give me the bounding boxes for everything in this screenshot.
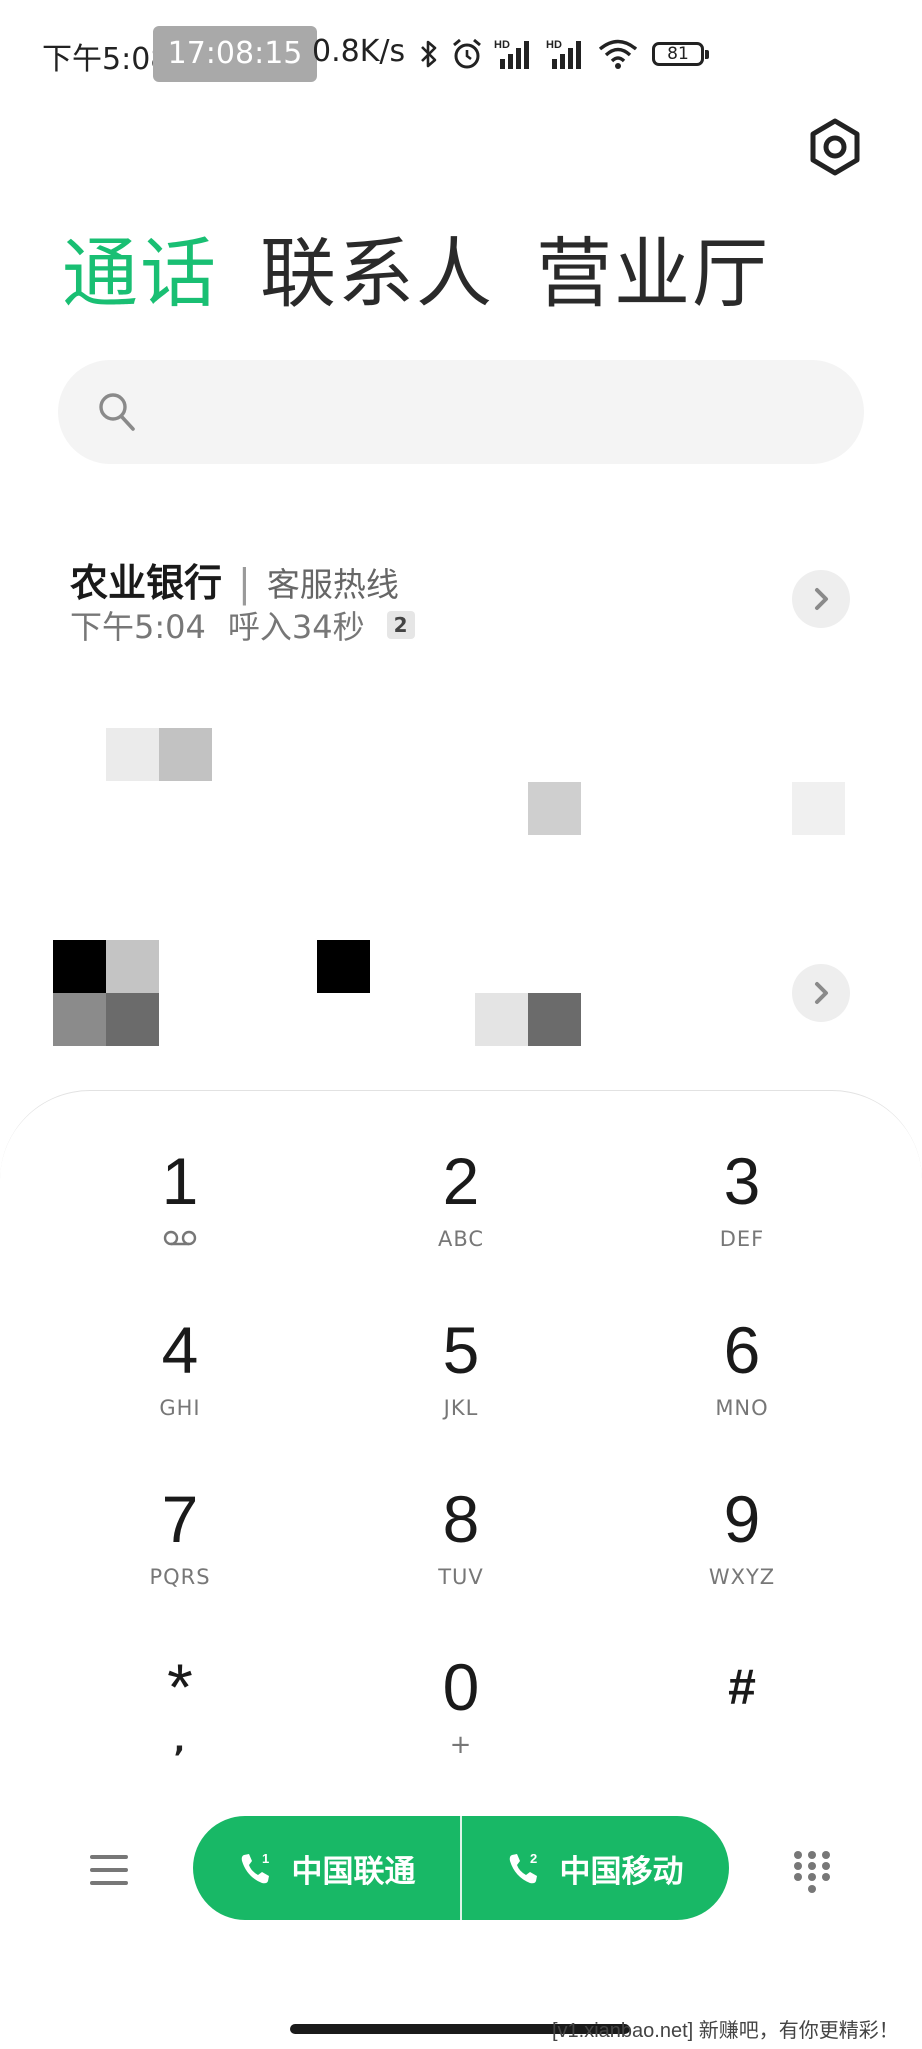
gear-icon <box>810 118 860 176</box>
search-bar[interactable] <box>58 360 864 464</box>
call-sim2-button[interactable]: 2 中国移动 <box>461 1816 728 1920</box>
key-digit: 8 <box>442 1482 480 1556</box>
key-digit: * <box>167 1650 193 1724</box>
mosaic-block <box>106 728 159 781</box>
mosaic-block <box>53 940 106 993</box>
dial-key-3[interactable]: 3 DEF <box>622 1141 862 1291</box>
mosaic-block <box>53 993 106 1046</box>
key-letters: PQRS <box>149 1565 211 1589</box>
mosaic-block <box>106 940 159 993</box>
key-letters: JKL <box>443 1396 479 1420</box>
mosaic-block <box>475 993 528 1046</box>
dial-key-0[interactable]: 0 + <box>341 1647 581 1797</box>
tab-bar: 通话 联系人 营业厅 <box>62 226 770 322</box>
menu-button[interactable] <box>90 1852 130 1888</box>
call-button-group: 1 中国联通 2 中国移动 <box>193 1816 729 1920</box>
mosaic-block <box>528 782 581 835</box>
tab-contacts[interactable]: 联系人 <box>260 226 494 322</box>
key-digit: # <box>728 1659 756 1715</box>
call-log-name-row: 农业银行 | 客服热线 <box>70 552 399 607</box>
mosaic-block <box>159 728 212 781</box>
key-letters: ABC <box>437 1227 485 1251</box>
svg-text:HD: HD <box>546 39 562 51</box>
dial-key-5[interactable]: 5 JKL <box>341 1310 581 1460</box>
call-sim1-button[interactable]: 1 中国联通 <box>193 1816 460 1920</box>
key-digit: 2 <box>442 1144 480 1218</box>
key-digit: 0 <box>442 1650 480 1724</box>
clock-overlay: 17:08:15 <box>153 26 317 82</box>
svg-text:HD: HD <box>494 39 510 51</box>
mosaic-block <box>528 993 581 1046</box>
menu-icon <box>90 1855 128 1885</box>
bluetooth-icon <box>421 40 437 68</box>
search-input[interactable] <box>158 382 842 444</box>
sim-index: 2 <box>530 1851 537 1866</box>
dial-key-8[interactable]: 8 TUV <box>341 1479 581 1629</box>
signal-hd-2-icon: HD <box>546 39 581 69</box>
dial-key-2[interactable]: 2 ABC <box>341 1141 581 1291</box>
battery-icon: 81 <box>652 42 709 66</box>
key-digit: 6 <box>723 1313 761 1387</box>
status-time: 下午5:08 <box>42 42 170 77</box>
key-letters: WXYZ <box>708 1565 776 1589</box>
dial-key-6[interactable]: 6 MNO <box>622 1310 862 1460</box>
alarm-icon <box>453 38 481 69</box>
name-separator: | <box>238 561 251 605</box>
key-digit: 7 <box>161 1482 199 1556</box>
phone-sim2-icon: 2 <box>509 1851 537 1884</box>
key-digit: 3 <box>723 1144 761 1218</box>
battery-level: 81 <box>667 44 689 64</box>
sim2-label: 中国移动 <box>559 1853 684 1890</box>
tab-calls[interactable]: 通话 <box>62 226 218 322</box>
key-letters: GHI <box>159 1396 201 1420</box>
dial-key-7[interactable]: 7 PQRS <box>60 1479 300 1629</box>
voicemail-icon <box>163 1230 197 1246</box>
key-letters: DEF <box>719 1227 765 1251</box>
key-letters: MNO <box>715 1396 769 1420</box>
call-time: 下午5:04 <box>70 608 206 646</box>
dial-key-4[interactable]: 4 GHI <box>60 1310 300 1460</box>
key-letters: , <box>173 1724 187 1759</box>
chevron-right-icon <box>815 588 828 610</box>
call-detail-button[interactable] <box>792 964 850 1022</box>
dial-key-1[interactable]: 1 <box>60 1141 300 1291</box>
keypad-toggle-button[interactable] <box>792 1850 832 1896</box>
call-detail: 呼入34秒 <box>227 608 365 646</box>
settings-button[interactable] <box>804 116 866 178</box>
signal-hd-1-icon: HD <box>494 39 529 69</box>
key-digit: 9 <box>723 1482 761 1556</box>
key-letters: TUV <box>438 1565 484 1589</box>
key-digit: 5 <box>442 1313 480 1387</box>
sim-badge: 2 <box>386 611 415 639</box>
dial-key-star[interactable]: * , <box>60 1647 300 1797</box>
mosaic-block <box>792 782 845 835</box>
call-detail-button[interactable] <box>792 570 850 628</box>
network-speed: 0.8K/s <box>312 34 406 69</box>
mosaic-block <box>106 993 159 1046</box>
key-digit: 1 <box>161 1144 199 1218</box>
chevron-right-icon <box>815 982 828 1004</box>
key-letters <box>60 1225 300 1253</box>
key-letters: + <box>449 1730 473 1760</box>
search-icon <box>99 393 135 431</box>
sim1-label: 中国联通 <box>291 1853 416 1890</box>
caller-name: 农业银行 <box>70 561 223 605</box>
phone-sim1-icon: 1 <box>241 1851 269 1884</box>
call-log-meta: 下午5:04 呼入34秒 2 <box>70 602 437 648</box>
call-log-item[interactable]: 农业银行 | 客服热线 下午5:04 呼入34秒 2 <box>0 552 922 652</box>
dial-key-hash[interactable]: # <box>622 1647 862 1797</box>
status-icons: HD HD 81 <box>418 32 709 76</box>
keypad-icon <box>794 1851 830 1893</box>
wifi-icon <box>598 39 638 69</box>
caller-tag: 客服热线 <box>266 565 399 604</box>
watermark: [v1.xianbao.net] 新赚吧，有你更精彩！ <box>552 2020 899 2042</box>
mosaic-block <box>317 940 370 993</box>
status-bar: 下午5:08 17:08:15 0.8K/s HD HD 81 <box>0 0 922 110</box>
tab-service-hall[interactable]: 营业厅 <box>536 226 770 322</box>
key-digit: 4 <box>161 1313 199 1387</box>
dial-key-9[interactable]: 9 WXYZ <box>622 1479 862 1629</box>
sim-index: 1 <box>262 1851 269 1866</box>
